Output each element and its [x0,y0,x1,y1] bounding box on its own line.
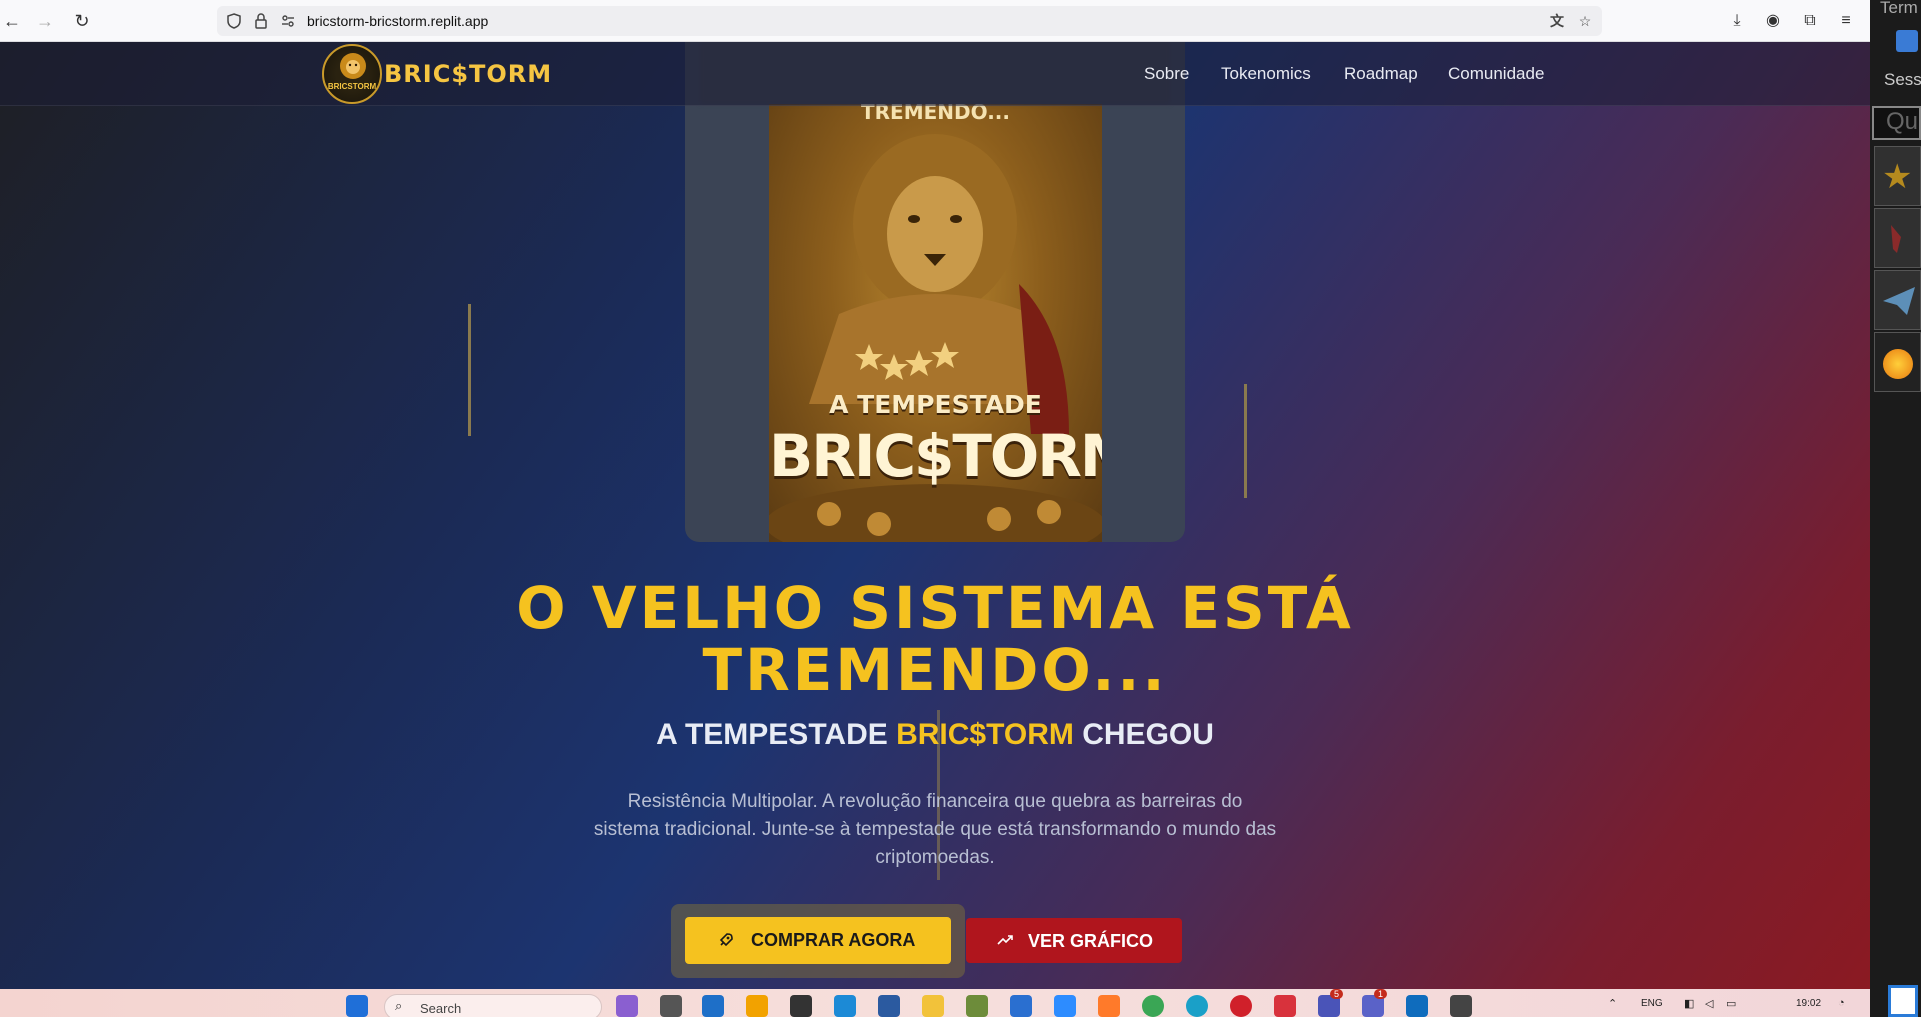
hero-headline-line2: TREMENDO... [702,636,1168,704]
forward-icon[interactable]: → [33,9,57,33]
hero-description: Resistência Multipolar. A revolução fina… [545,788,1325,872]
nav-tokenomics[interactable]: Tokenomics [1221,64,1311,84]
vscode-icon[interactable] [834,995,856,1017]
brand-name[interactable]: BRIC$TORM [384,60,552,88]
battery-icon[interactable]: ▭ [1726,997,1736,1010]
terminal-icon[interactable] [790,995,812,1017]
hero-subheadline: A TEMPESTADE BRIC$TORM CHEGOU [0,718,1870,752]
app-icon[interactable] [966,995,988,1017]
subhead-post: CHEGOU [1073,718,1214,751]
notification-bell-icon[interactable]: ◔ [1838,997,1845,1009]
bookmark-star-icon[interactable]: ☆ [1576,12,1594,30]
chrome-icon[interactable] [1142,995,1164,1017]
subhead-pre: A TEMPESTADE [656,718,897,751]
teams-icon[interactable]: 5 [1318,989,1344,1017]
session-label: Sessi [1884,70,1921,89]
app-icon[interactable] [1010,995,1032,1017]
app-icon[interactable] [878,995,900,1017]
buy-now-label: COMPRAR AGORA [751,930,916,950]
os-taskbar: ⌕ Search 5 1 ⌃ ENG ◧ ◁ ▭ 19:02 ◔ [0,989,1870,1017]
rocket-icon [719,933,733,947]
side-search-input[interactable]: Qu [1872,106,1921,140]
nav-comunidade[interactable]: Comunidade [1448,64,1544,84]
side-tile-favorites[interactable]: ★ [1874,146,1921,206]
browser-toolbar: ← → ↻ bricstorm-bricstorm.replit.app 文 ☆… [0,0,1870,42]
buy-now-button[interactable]: COMPRAR AGORA [685,917,951,964]
hero-poster: TREMENDO... A TEMPESTADE BRIC$TORM [769,104,1102,542]
teams-icon[interactable]: 1 [1362,989,1388,1017]
page-viewport: TREMENDO... A TEMPESTADE BRIC$TORM BRICS… [0,42,1870,989]
notification-badge: 1 [1374,989,1388,999]
poster-subtitle: A TEMPESTADE [829,390,1042,419]
logo-caption: BRICSTORM [327,82,377,91]
app-icon[interactable] [1450,995,1472,1017]
nav-roadmap[interactable]: Roadmap [1344,64,1418,84]
vivaldi-icon[interactable] [1274,995,1296,1017]
opera-icon[interactable] [1230,995,1252,1017]
taskbar-search[interactable]: ⌕ Search [384,994,602,1017]
decorative-line [468,304,471,436]
lock-icon[interactable] [252,12,270,30]
account-icon[interactable]: ◉ [1762,10,1784,32]
session-icon[interactable] [1896,30,1918,52]
poster-title: BRIC$TORM [769,422,1102,490]
lion-icon [340,53,366,79]
back-icon[interactable]: ← [0,9,24,33]
site-settings-icon[interactable] [279,12,297,30]
download-icon[interactable]: ⤓ [1726,10,1748,32]
app-icon[interactable] [702,995,724,1017]
hero-headline-line1: O VELHO SISTEMA ESTÁ [516,574,1354,642]
copilot-icon[interactable] [616,995,638,1017]
tray-chevron-icon[interactable]: ⌃ [1608,997,1617,1010]
side-tile-tool[interactable] [1874,208,1921,268]
search-icon: ⌕ [395,998,403,1013]
side-panel-title: Term [1880,0,1918,17]
paper-plane-icon [1883,287,1915,315]
volume-icon[interactable]: ◁ [1705,997,1713,1010]
decorative-line [1244,384,1247,498]
globe-icon [1883,349,1913,379]
site-header: BRICSTORM BRIC$TORM Sobre Tokenomics Roa… [0,42,1870,106]
shield-icon[interactable] [225,12,243,30]
wifi-icon[interactable]: ◧ [1684,997,1694,1010]
desc-line: criptomoedas. [875,847,995,868]
side-tile-telegram[interactable] [1874,270,1921,330]
zoom-icon[interactable] [1054,995,1076,1017]
site-logo[interactable]: BRICSTORM [322,44,382,104]
notification-badge: 5 [1330,989,1344,999]
side-tile-browser[interactable] [1874,332,1921,392]
translate-icon[interactable]: 文 [1548,12,1566,30]
menu-icon[interactable]: ≡ [1835,10,1857,32]
trending-up-icon [997,935,1013,945]
language-indicator[interactable]: ENG [1641,998,1663,1009]
side-panel-bottom-icon[interactable] [1888,985,1918,1017]
star-icon: ★ [1882,158,1913,196]
tool-icon [1891,225,1901,253]
folder-icon[interactable] [922,995,944,1017]
address-bar[interactable]: bricstorm-bricstorm.replit.app 文 ☆ [217,6,1602,36]
nav-sobre[interactable]: Sobre [1144,64,1189,84]
outlook-icon[interactable] [1406,995,1428,1017]
view-chart-button[interactable]: VER GRÁFICO [966,918,1182,963]
desc-line: sistema tradicional. Junte-se à tempesta… [593,819,1277,840]
edge-icon[interactable] [1186,995,1208,1017]
taskbar-search-placeholder: Search [420,1001,462,1016]
subhead-brand: BRIC$TORM [896,718,1074,751]
reload-icon[interactable]: ↻ [70,9,94,33]
extensions-icon[interactable]: ⧉ [1799,10,1821,32]
clock-time[interactable]: 19:02 [1796,998,1821,1009]
url-text[interactable]: bricstorm-bricstorm.replit.app [307,13,488,29]
start-icon[interactable] [346,995,368,1017]
firefox-icon[interactable] [1098,995,1120,1017]
desc-line: Resistência Multipolar. A revolução fina… [627,791,1243,812]
app-icon[interactable] [746,995,768,1017]
view-chart-label: VER GRÁFICO [1028,931,1154,951]
task-view-icon[interactable] [660,995,682,1017]
